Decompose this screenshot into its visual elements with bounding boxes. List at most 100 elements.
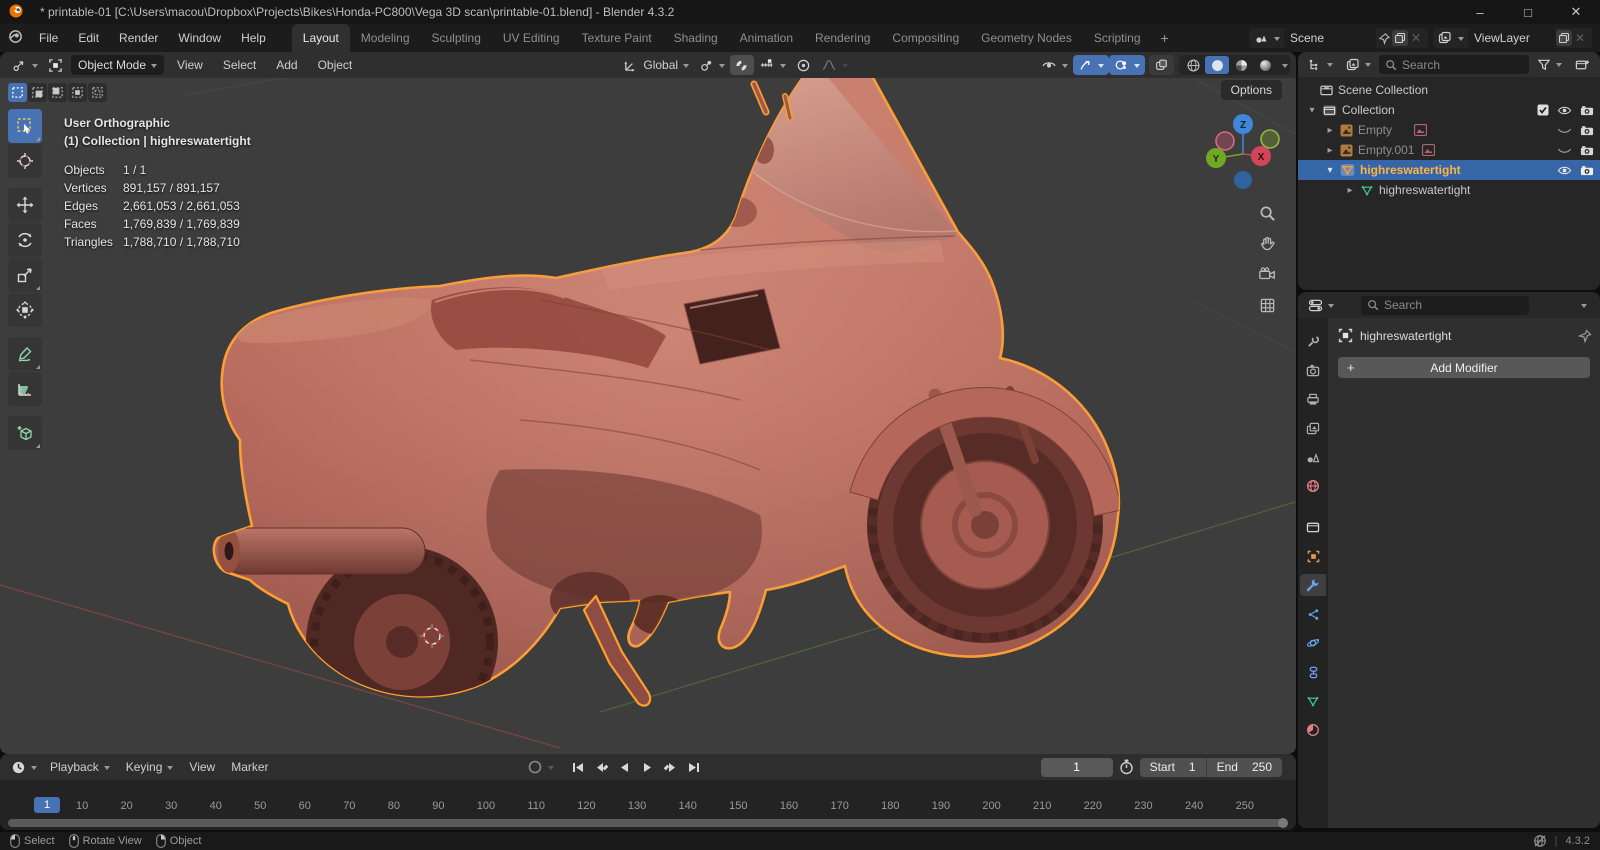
shading-solid-button[interactable] — [1205, 56, 1229, 74]
gizmos-toggle[interactable] — [1073, 55, 1109, 75]
breadcrumb-object-name[interactable]: highreswatertight — [1360, 329, 1451, 343]
viewport-menu-select[interactable]: Select — [213, 52, 266, 78]
toggle-ortho-button[interactable] — [1254, 292, 1280, 318]
proportional-editing-toggle[interactable] — [791, 55, 816, 75]
tab-compositing[interactable]: Compositing — [881, 24, 970, 52]
orientation-selector[interactable]: Global — [618, 55, 694, 75]
overlays-toggle[interactable] — [1109, 55, 1145, 75]
camera-icon[interactable] — [1580, 105, 1594, 116]
shading-wireframe-button[interactable] — [1181, 56, 1205, 74]
shading-rendered-button[interactable] — [1253, 56, 1277, 74]
camera-icon[interactable] — [1580, 145, 1594, 156]
tab-render[interactable] — [1300, 359, 1326, 381]
tab-material[interactable] — [1300, 719, 1326, 741]
viewport-3d[interactable]: Object Mode View Select Add Object Globa… — [0, 52, 1296, 754]
mode-selector[interactable]: Object Mode — [71, 55, 165, 75]
add-modifier-button[interactable]: + Add Modifier — [1338, 357, 1590, 378]
outliner-display-mode-button[interactable] — [1341, 55, 1376, 75]
tab-rendering[interactable]: Rendering — [804, 24, 881, 52]
blender-menu-icon[interactable] — [8, 29, 23, 47]
tab-layout[interactable]: Layout — [291, 24, 350, 52]
snap-settings[interactable] — [754, 55, 791, 75]
camera-icon[interactable] — [1580, 125, 1594, 136]
tab-world[interactable] — [1300, 475, 1326, 497]
tab-geometry-nodes[interactable]: Geometry Nodes — [970, 24, 1083, 52]
viewlayer-selector[interactable]: ViewLayer ✕ — [1433, 28, 1592, 48]
unlink-scene-icon[interactable]: ✕ — [1408, 30, 1424, 46]
jump-to-end-button[interactable] — [683, 758, 704, 776]
chevron-down-icon[interactable] — [1581, 303, 1587, 311]
menu-edit[interactable]: Edit — [68, 24, 109, 52]
current-frame-field[interactable]: 1 — [1040, 757, 1113, 777]
timeline-menu-keying[interactable]: Keying — [118, 760, 182, 774]
timeline-menu-marker[interactable]: Marker — [223, 760, 276, 774]
timeline-menu-playback[interactable]: Playback — [42, 760, 118, 774]
tab-scene[interactable] — [1300, 446, 1326, 468]
select-mode-subtract[interactable] — [48, 83, 67, 102]
next-keyframe-button[interactable] — [660, 758, 681, 776]
xray-toggle[interactable] — [1149, 55, 1174, 75]
pin-icon[interactable] — [1578, 328, 1592, 343]
new-collection-button[interactable] — [1570, 55, 1595, 75]
outliner-row-empty-001[interactable]: ▸ Empty.001 — [1298, 140, 1600, 160]
stopwatch-icon[interactable] — [1119, 759, 1134, 775]
zoom-button[interactable] — [1254, 200, 1280, 226]
timeline-editor-type-button[interactable] — [6, 757, 42, 777]
shading-material-button[interactable] — [1229, 56, 1253, 74]
properties-editor-type-button[interactable] — [1303, 295, 1339, 315]
prev-keyframe-button[interactable] — [591, 758, 612, 776]
tab-object[interactable] — [1300, 545, 1326, 567]
auto-key-record-icon[interactable] — [527, 759, 543, 775]
maximize-button[interactable]: □ — [1504, 0, 1552, 24]
outliner-row-scene-collection[interactable]: Scene Collection — [1298, 80, 1600, 100]
menu-render[interactable]: Render — [109, 24, 168, 52]
end-frame-field[interactable]: End 250 — [1205, 757, 1282, 777]
add-workspace-button[interactable]: + — [1152, 24, 1178, 52]
outliner-row-collection[interactable]: ▾ Collection — [1298, 100, 1600, 120]
expander-icon[interactable]: ▸ — [1324, 125, 1336, 136]
visibility-dropdown[interactable] — [1036, 55, 1073, 75]
eye-icon[interactable] — [1557, 105, 1572, 116]
tool-cursor[interactable] — [8, 144, 42, 178]
select-mode-invert[interactable] — [68, 83, 87, 102]
tool-add-cube[interactable] — [8, 416, 42, 450]
tool-scale[interactable] — [8, 258, 42, 292]
camera-view-button[interactable] — [1254, 261, 1280, 287]
outliner-row-empty[interactable]: ▸ Empty — [1298, 120, 1600, 140]
tab-physics[interactable] — [1300, 632, 1326, 654]
viewport-menu-add[interactable]: Add — [266, 52, 307, 78]
new-viewlayer-icon[interactable] — [1556, 30, 1572, 46]
editor-type-button[interactable] — [6, 55, 43, 75]
tool-transform[interactable] — [8, 293, 42, 327]
current-frame-badge[interactable]: 1 — [34, 797, 60, 813]
snap-toggle[interactable] — [730, 55, 755, 75]
scene-selector[interactable]: Scene ✕ — [1249, 28, 1428, 48]
play-reverse-button[interactable] — [614, 758, 635, 776]
close-button[interactable]: ✕ — [1552, 0, 1600, 24]
remove-viewlayer-icon[interactable]: ✕ — [1572, 30, 1588, 46]
select-mode-set[interactable] — [8, 83, 27, 102]
checkbox-icon[interactable] — [1537, 104, 1549, 116]
tab-uv-editing[interactable]: UV Editing — [492, 24, 571, 52]
menu-window[interactable]: Window — [168, 24, 231, 52]
viewport-menu-view[interactable]: View — [167, 52, 213, 78]
tab-collection[interactable] — [1300, 516, 1326, 538]
properties-search[interactable]: Search — [1361, 295, 1529, 315]
expander-icon[interactable]: ▸ — [1344, 185, 1356, 196]
pivot-point-selector[interactable] — [694, 55, 730, 75]
tab-view-layer[interactable] — [1300, 417, 1326, 439]
outliner-search[interactable]: Search — [1379, 55, 1529, 74]
scene-name-field[interactable]: Scene — [1284, 28, 1376, 48]
timeline-menu-view[interactable]: View — [181, 760, 223, 774]
timeline-scrollbar-handle[interactable] — [1278, 818, 1288, 828]
tab-texture-paint[interactable]: Texture Paint — [571, 24, 663, 52]
viewport-menu-object[interactable]: Object — [308, 52, 363, 78]
menu-help[interactable]: Help — [231, 24, 276, 52]
options-button[interactable]: Options — [1220, 80, 1282, 100]
eye-closed-icon[interactable] — [1557, 125, 1572, 136]
tab-data[interactable] — [1300, 690, 1326, 712]
expander-icon[interactable]: ▾ — [1306, 105, 1318, 116]
tab-modifiers[interactable] — [1300, 574, 1326, 596]
outliner-row-highreswatertight-mesh[interactable]: ▸ highreswatertight — [1298, 180, 1600, 200]
pan-hand-button[interactable] — [1254, 230, 1280, 256]
